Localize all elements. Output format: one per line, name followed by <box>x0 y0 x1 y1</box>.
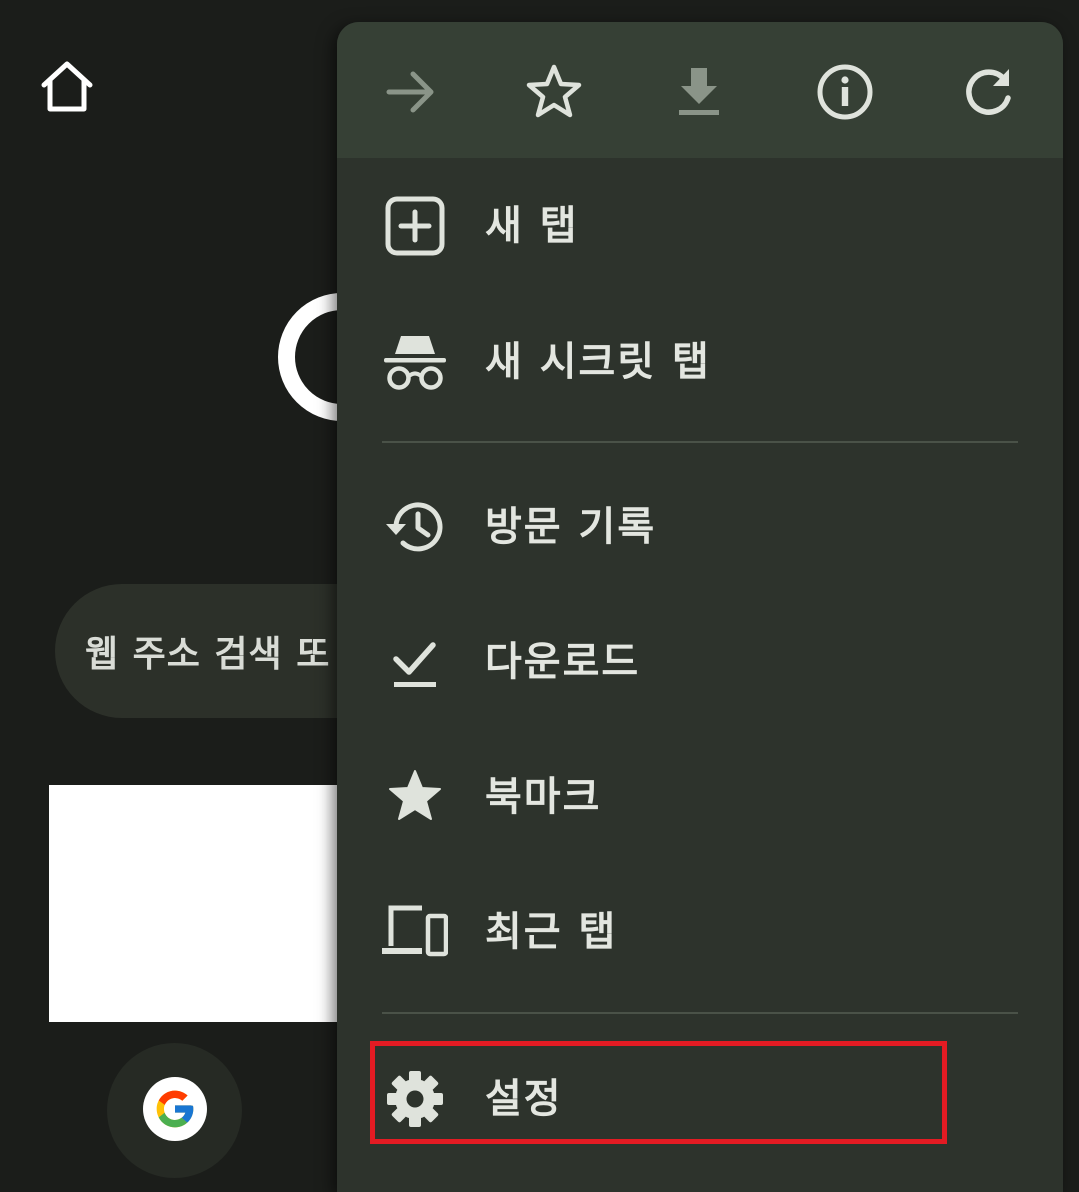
search-placeholder: 웹 주소 검색 또 <box>85 634 331 675</box>
home-button[interactable] <box>38 58 96 116</box>
menu-item-new-incognito-tab[interactable]: 새 시크릿 탭 <box>337 307 1063 417</box>
menu-item-label: 방문 기록 <box>485 504 657 550</box>
bookmark-button[interactable] <box>522 60 586 124</box>
history-icon <box>382 497 448 557</box>
menu-item-recent-tabs[interactable]: 최근 탭 <box>337 877 1063 987</box>
download-page-button[interactable] <box>667 60 731 124</box>
star-filled-icon <box>382 767 448 827</box>
forward-button[interactable] <box>379 60 443 124</box>
settings-highlight-box <box>370 1041 947 1144</box>
overflow-menu: 새 탭 새 시크릿 탭 방문 기록 다운로드 북마크 최근 탭 설정 <box>337 22 1063 1192</box>
google-g-icon <box>143 1077 207 1141</box>
menu-item-bookmarks[interactable]: 북마크 <box>337 742 1063 852</box>
menu-item-downloads[interactable]: 다운로드 <box>337 607 1063 717</box>
new-tab-icon <box>382 196 448 256</box>
refresh-icon <box>966 69 1011 115</box>
menu-toolbar <box>337 22 1063 158</box>
home-icon <box>41 61 93 112</box>
menu-item-label: 새 시크릿 탭 <box>485 339 711 385</box>
menu-divider <box>382 1012 1018 1014</box>
arrow-forward-icon <box>386 71 434 113</box>
menu-item-label: 최근 탭 <box>485 909 618 955</box>
menu-item-label: 다운로드 <box>485 639 641 685</box>
menu-item-history[interactable]: 방문 기록 <box>337 472 1063 582</box>
menu-divider <box>382 441 1018 443</box>
menu-item-label: 새 탭 <box>485 203 579 249</box>
refresh-button[interactable] <box>957 60 1021 124</box>
download-icon <box>679 68 719 115</box>
devices-icon <box>382 902 448 962</box>
downloads-check-icon <box>382 632 448 692</box>
menu-item-new-tab[interactable]: 새 탭 <box>337 171 1063 281</box>
info-icon <box>817 64 873 120</box>
menu-item-label: 북마크 <box>485 774 602 820</box>
star-outline-icon <box>526 64 582 118</box>
page-info-button[interactable] <box>813 60 877 124</box>
shortcut-tile[interactable] <box>49 785 349 1022</box>
incognito-icon <box>382 332 448 392</box>
google-shortcut[interactable] <box>107 1043 242 1178</box>
